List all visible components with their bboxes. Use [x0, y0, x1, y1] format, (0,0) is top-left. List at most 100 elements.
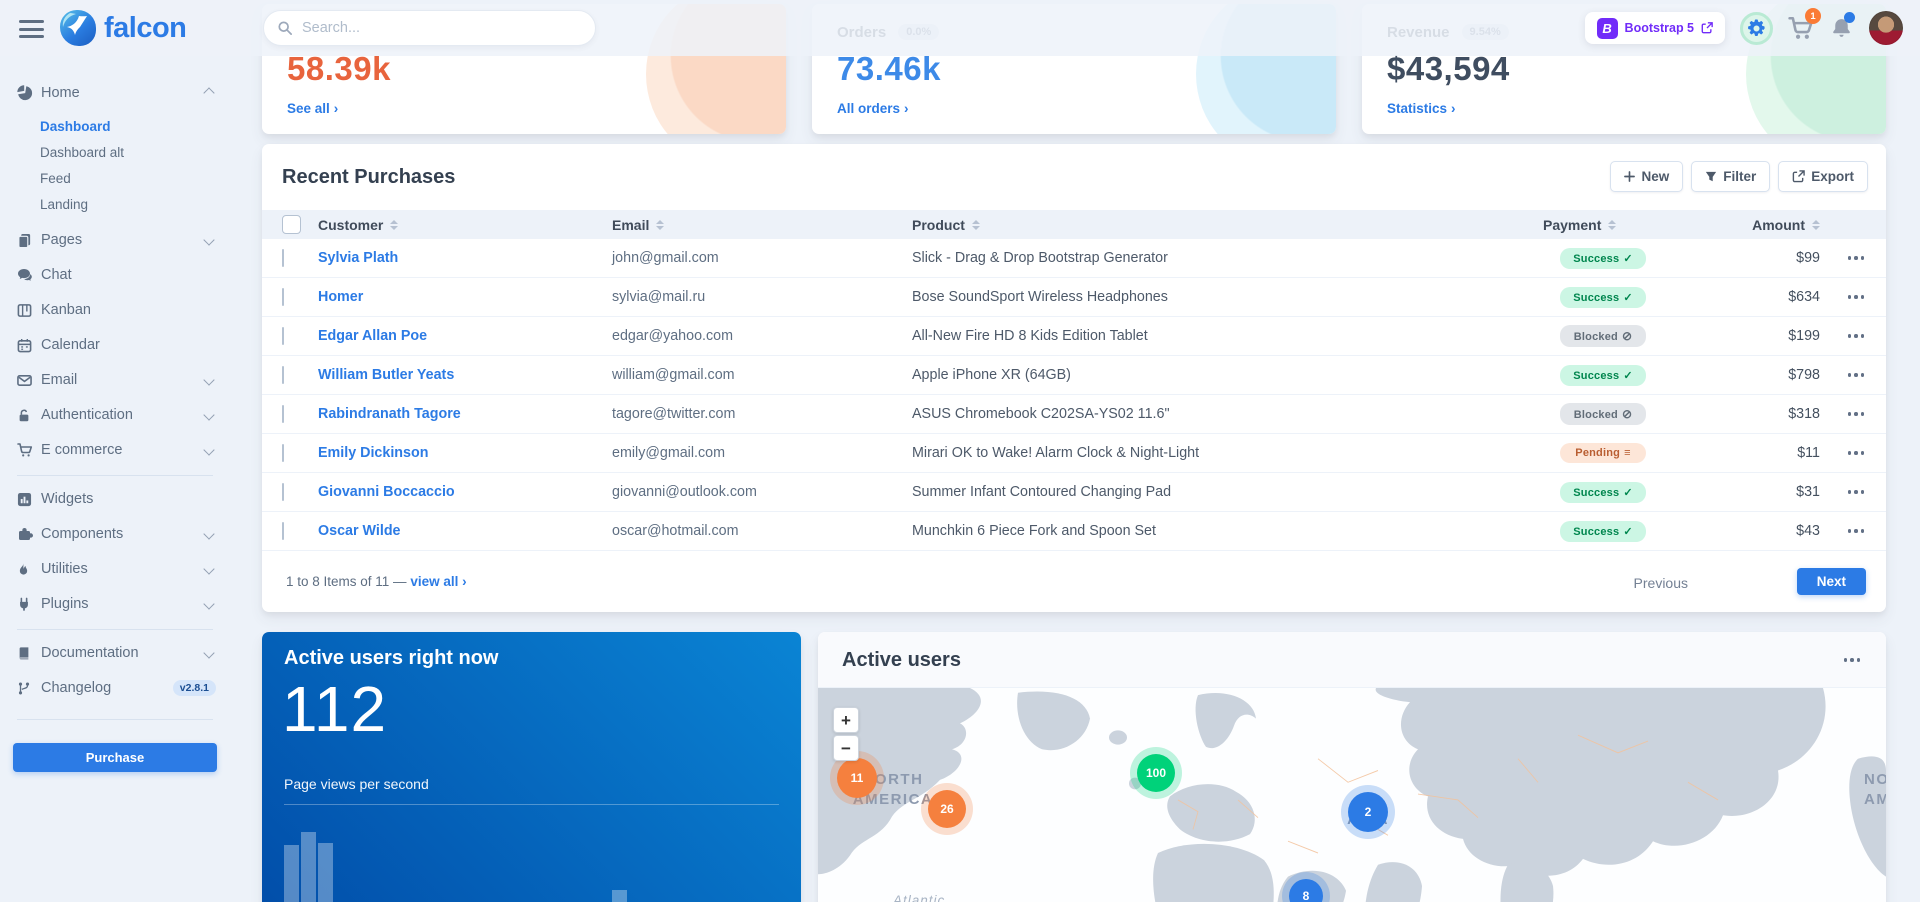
pageview-bar: [612, 890, 627, 902]
customer-link[interactable]: Emily Dickinson: [318, 445, 612, 461]
row-menu-button[interactable]: [1826, 373, 1886, 377]
sidebar-item-calendar[interactable]: Calendar: [17, 334, 216, 356]
row-checkbox[interactable]: [282, 327, 284, 345]
sidebar-item-landing[interactable]: Landing: [40, 195, 230, 213]
row-menu-button[interactable]: [1826, 295, 1886, 299]
row-menu-button[interactable]: [1826, 334, 1886, 338]
amount-cell: $43: [1698, 523, 1826, 539]
sidebar-item-utilities[interactable]: Utilities: [17, 558, 216, 580]
amount-cell: $11: [1698, 445, 1826, 461]
sidebar-item-home[interactable]: Home: [17, 82, 216, 104]
customer-link[interactable]: Rabindranath Tagore: [318, 406, 612, 422]
row-checkbox[interactable]: [282, 405, 284, 423]
customer-link[interactable]: Homer: [318, 289, 612, 305]
sidebar-item-feed[interactable]: Feed: [40, 169, 230, 187]
all-orders-link[interactable]: All orders›: [837, 101, 909, 116]
next-button[interactable]: Next: [1797, 568, 1866, 595]
view-all-link[interactable]: view all ›: [410, 574, 466, 589]
cart-button[interactable]: 1: [1788, 15, 1814, 41]
sidebar-item-widgets[interactable]: Widgets: [17, 488, 216, 510]
sidebar-item-chat[interactable]: Chat: [17, 264, 216, 286]
row-checkbox[interactable]: [282, 288, 284, 306]
sidebar-item-components[interactable]: Components: [17, 523, 216, 545]
map-marker[interactable]: 2: [1348, 792, 1388, 832]
row-menu-button[interactable]: [1826, 412, 1886, 416]
row-menu-button[interactable]: [1826, 529, 1886, 533]
amount-cell: $199: [1698, 328, 1826, 344]
sidebar-divider: [17, 629, 213, 630]
column-payment[interactable]: Payment: [1508, 217, 1698, 233]
sidebar-item-email[interactable]: Email: [17, 369, 216, 391]
payment-badge-pending: Pending: [1560, 443, 1646, 463]
map-marker[interactable]: 26: [928, 790, 966, 828]
row-menu-button[interactable]: [1826, 490, 1886, 494]
row-checkbox[interactable]: [282, 522, 284, 540]
customer-link[interactable]: Oscar Wilde: [318, 523, 612, 539]
filter-button[interactable]: Filter: [1691, 161, 1770, 192]
plus-icon: [1624, 171, 1635, 182]
select-all-checkbox[interactable]: [282, 215, 301, 234]
new-button[interactable]: New: [1610, 161, 1683, 192]
column-amount[interactable]: Amount: [1698, 217, 1826, 233]
row-checkbox[interactable]: [282, 366, 284, 384]
sort-icon: [390, 220, 398, 230]
sidebar-item-plugins[interactable]: Plugins: [17, 593, 216, 615]
row-checkbox[interactable]: [282, 444, 284, 462]
product-cell: Slick - Drag & Drop Bootstrap Generator: [912, 250, 1508, 266]
column-customer[interactable]: Customer: [318, 217, 612, 233]
row-menu-button[interactable]: [1826, 451, 1886, 455]
customer-link[interactable]: William Butler Yeats: [318, 367, 612, 383]
payment-badge-success: Success: [1560, 482, 1646, 503]
export-button[interactable]: Export: [1778, 161, 1868, 192]
sidebar-item-pages[interactable]: Pages: [17, 229, 216, 251]
plug-icon: [17, 597, 41, 612]
hamburger-menu-icon[interactable]: [19, 20, 44, 43]
sidebar-item-dashboard[interactable]: Dashboard: [40, 117, 230, 135]
column-email[interactable]: Email: [612, 217, 912, 233]
pageview-bar: [318, 843, 333, 902]
pagination-summary: 1 to 8 Items of 11 — view all ›: [286, 574, 467, 589]
settings-button[interactable]: [1740, 12, 1773, 45]
top-navbar: falcon B Bootstrap 5 1: [0, 0, 1920, 56]
email-cell: emily@gmail.com: [612, 445, 912, 461]
purchase-button[interactable]: Purchase: [13, 743, 217, 772]
sidebar-item-kanban[interactable]: Kanban: [17, 299, 216, 321]
map-marker[interactable]: 100: [1137, 754, 1175, 792]
world-map[interactable]: + − NORTHAMERICA ASIA NORTHAMERICA Atlan…: [818, 688, 1886, 902]
row-checkbox[interactable]: [282, 249, 284, 267]
flame-icon: [17, 562, 41, 577]
statistics-link[interactable]: Statistics›: [1387, 101, 1456, 116]
row-checkbox[interactable]: [282, 483, 284, 501]
zoom-out-button[interactable]: −: [833, 735, 859, 761]
world-map-svg: [818, 688, 1886, 902]
map-marker[interactable]: 11: [837, 758, 877, 798]
navbar-actions: B Bootstrap 5 1: [1585, 0, 1903, 56]
search-input[interactable]: [300, 19, 564, 37]
sidebar-item-authentication[interactable]: Authentication: [17, 404, 216, 426]
notifications-button[interactable]: [1829, 16, 1854, 41]
ban-icon: [1618, 409, 1632, 421]
see-all-link[interactable]: See all›: [287, 101, 338, 116]
calendar-icon: [17, 338, 41, 353]
previous-button[interactable]: Previous: [1624, 569, 1698, 597]
chevron-down-icon: [203, 563, 214, 574]
sidebar-item-documentation[interactable]: Documentation: [17, 642, 216, 664]
customer-link[interactable]: Sylvia Plath: [318, 250, 612, 266]
user-avatar[interactable]: [1869, 11, 1903, 45]
falcon-logo[interactable]: falcon: [60, 10, 186, 46]
bootstrap-version-badge[interactable]: B Bootstrap 5: [1585, 12, 1725, 44]
sidebar-item-ecommerce[interactable]: E commerce: [17, 439, 216, 461]
column-product[interactable]: Product: [912, 217, 1508, 233]
customer-link[interactable]: Edgar Allan Poe: [318, 328, 612, 344]
bootstrap-logo-icon: B: [1597, 18, 1618, 39]
pageview-bar: [301, 832, 316, 902]
sidebar-item-dashboard-alt[interactable]: Dashboard alt: [40, 143, 230, 161]
sidebar-item-changelog[interactable]: Changelogv2.8.1: [17, 677, 216, 699]
zoom-in-button[interactable]: +: [833, 707, 859, 733]
card-title: Active users right now: [284, 647, 499, 670]
row-menu-button[interactable]: [1826, 256, 1886, 260]
table-row: Oscar Wilde oscar@hotmail.com Munchkin 6…: [262, 512, 1886, 551]
customer-link[interactable]: Giovanni Boccaccio: [318, 484, 612, 500]
email-cell: john@gmail.com: [612, 250, 912, 266]
card-menu-button[interactable]: [1844, 658, 1861, 662]
